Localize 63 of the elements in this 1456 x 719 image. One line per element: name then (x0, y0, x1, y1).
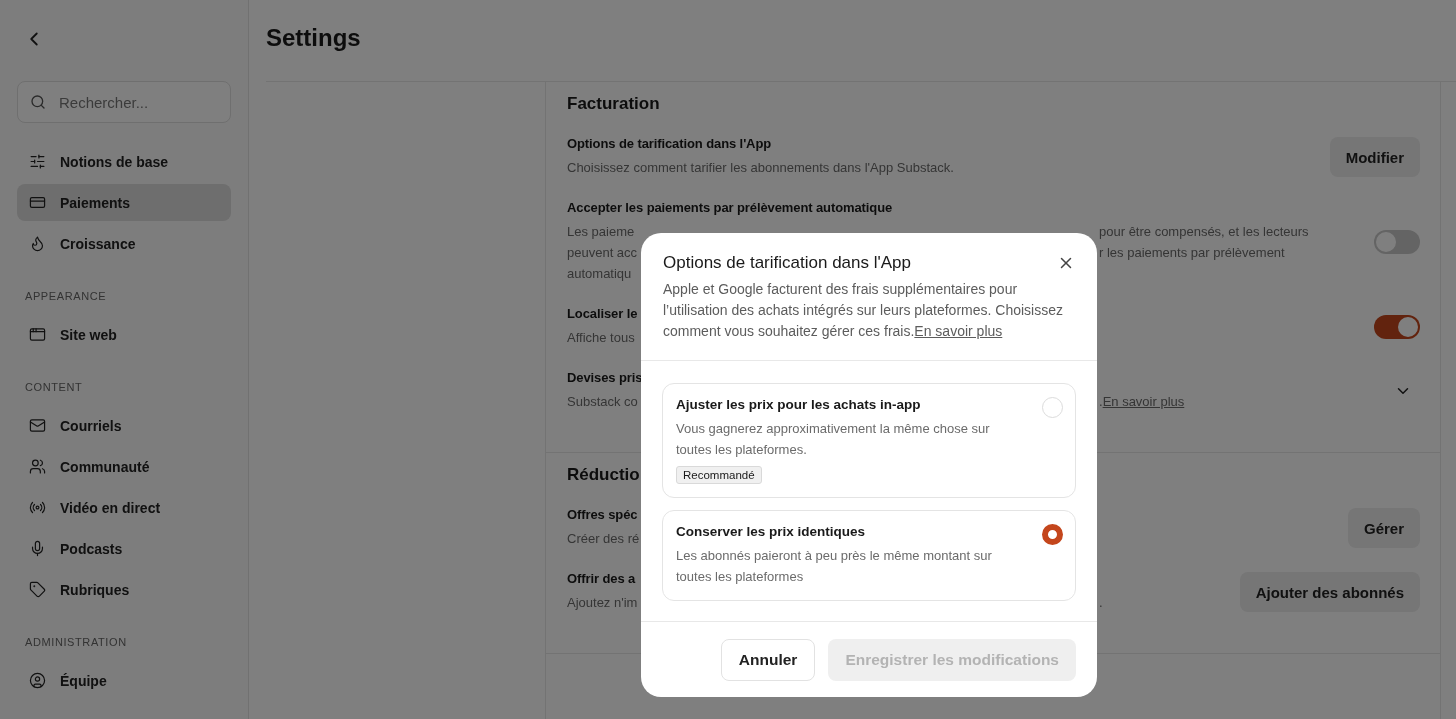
option-title: Ajuster les prix pour les achats in-app (676, 397, 922, 412)
section-title: Facturation (567, 94, 660, 114)
sidebar-item[interactable]: Podcasts (17, 530, 231, 567)
dialog-title: Options de tarification dans l'App (663, 253, 911, 273)
setting-description: Créer des ré (567, 530, 640, 548)
section-title: Réductio (567, 465, 640, 485)
sidebar-item[interactable]: Communauté (17, 448, 231, 485)
microphone-icon (29, 540, 46, 557)
setting-title: Options de tarification dans l'App (567, 136, 772, 151)
action-button[interactable]: Modifier (1329, 137, 1420, 177)
option-title: Conserver les prix identiques (676, 524, 867, 539)
radio-button[interactable] (1042, 524, 1063, 545)
flame-icon (29, 235, 46, 252)
setting-description: automatiqu (567, 265, 632, 283)
sidebar-heading: CONTENT (24, 381, 84, 395)
toggle-switch[interactable] (1374, 315, 1420, 339)
setting-description: . (1099, 393, 1103, 411)
recommended-tag: Recommandé (676, 466, 762, 484)
setting-description: Les paieme (567, 223, 635, 241)
action-button[interactable]: Gérer (1347, 508, 1420, 548)
sidebar-heading: ADMINISTRATION (24, 636, 128, 650)
setting-description: Choisissez comment tarifier les abonnements dans l'App Substack. (567, 159, 954, 177)
setting-description: pour être compensés, et les lecteurs (1099, 223, 1309, 241)
sidebar-item[interactable]: Équipe (17, 662, 231, 699)
sidebar-item[interactable]: Croissance (17, 225, 231, 262)
sliders-icon (29, 153, 46, 170)
setting-title: Devises pris (567, 370, 643, 385)
dialog-description: Apple et Google facturent des frais supplémentaires pour l’utilisation des achats intégrés sur leurs plateformes. Choisissez comment vous souhaitez gérer ces frais.En savoir plus (663, 280, 1064, 341)
search-field[interactable]: Rechercher... (17, 81, 231, 123)
toggle-switch[interactable] (1374, 230, 1420, 254)
browser-window-icon (29, 326, 46, 343)
cancel-button[interactable]: Annuler (720, 639, 816, 681)
setting-description: Ajoutez n'im (567, 594, 638, 612)
option-description: Les abonnés paieront à peu près le même montant sur toutes les plateformes (676, 547, 993, 586)
sidebar-heading: APPEARANCE (24, 290, 108, 304)
option-card[interactable]: Conserver les prix identiques Les abonnés paieront à peu près le même montant sur toutes les plateformes (662, 510, 1076, 601)
sidebar-item[interactable]: Rubriques (17, 571, 231, 608)
setting-description: Substack co (567, 393, 638, 411)
sidebar-item[interactable]: Paiements (17, 184, 231, 221)
broadcast-icon (29, 499, 46, 516)
people-icon (29, 458, 46, 475)
action-button[interactable]: Ajouter des abonnés (1239, 572, 1420, 612)
sidebar-item[interactable]: Notions de base (17, 143, 231, 180)
setting-description: Affiche tous (567, 329, 635, 347)
setting-title: Accepter les paiements par prélèvement automatique (567, 200, 893, 215)
sidebar-item[interactable]: Vidéo en direct (17, 489, 231, 526)
mail-icon (29, 417, 46, 434)
option-description: Vous gagnerez approximativement la même chose sur toutes les plateformes. (676, 420, 991, 459)
setting-title: Offrir des a (567, 571, 636, 586)
option-card[interactable]: Ajuster les prix pour les achats in-app Vous gagnerez approximativement la même chose sur toutes les plateformes. Recommandé (662, 383, 1076, 498)
setting-title: Offres spéc (567, 507, 638, 522)
search-icon (30, 94, 46, 110)
page-title: Settings (266, 23, 361, 52)
tag-icon (29, 581, 46, 598)
setting-description: r les paiements par prélèvement (1099, 244, 1285, 262)
setting-description: peuvent acc (567, 244, 638, 262)
sidebar-item[interactable]: Site web (17, 316, 231, 353)
learn-more-link[interactable]: En savoir plus (914, 323, 1003, 339)
setting-description: . (1099, 594, 1103, 612)
setting-title: Localiser le (567, 306, 638, 321)
card-icon (29, 194, 46, 211)
user-circle-icon (29, 672, 46, 689)
sidebar-item[interactable]: Courriels (17, 407, 231, 444)
